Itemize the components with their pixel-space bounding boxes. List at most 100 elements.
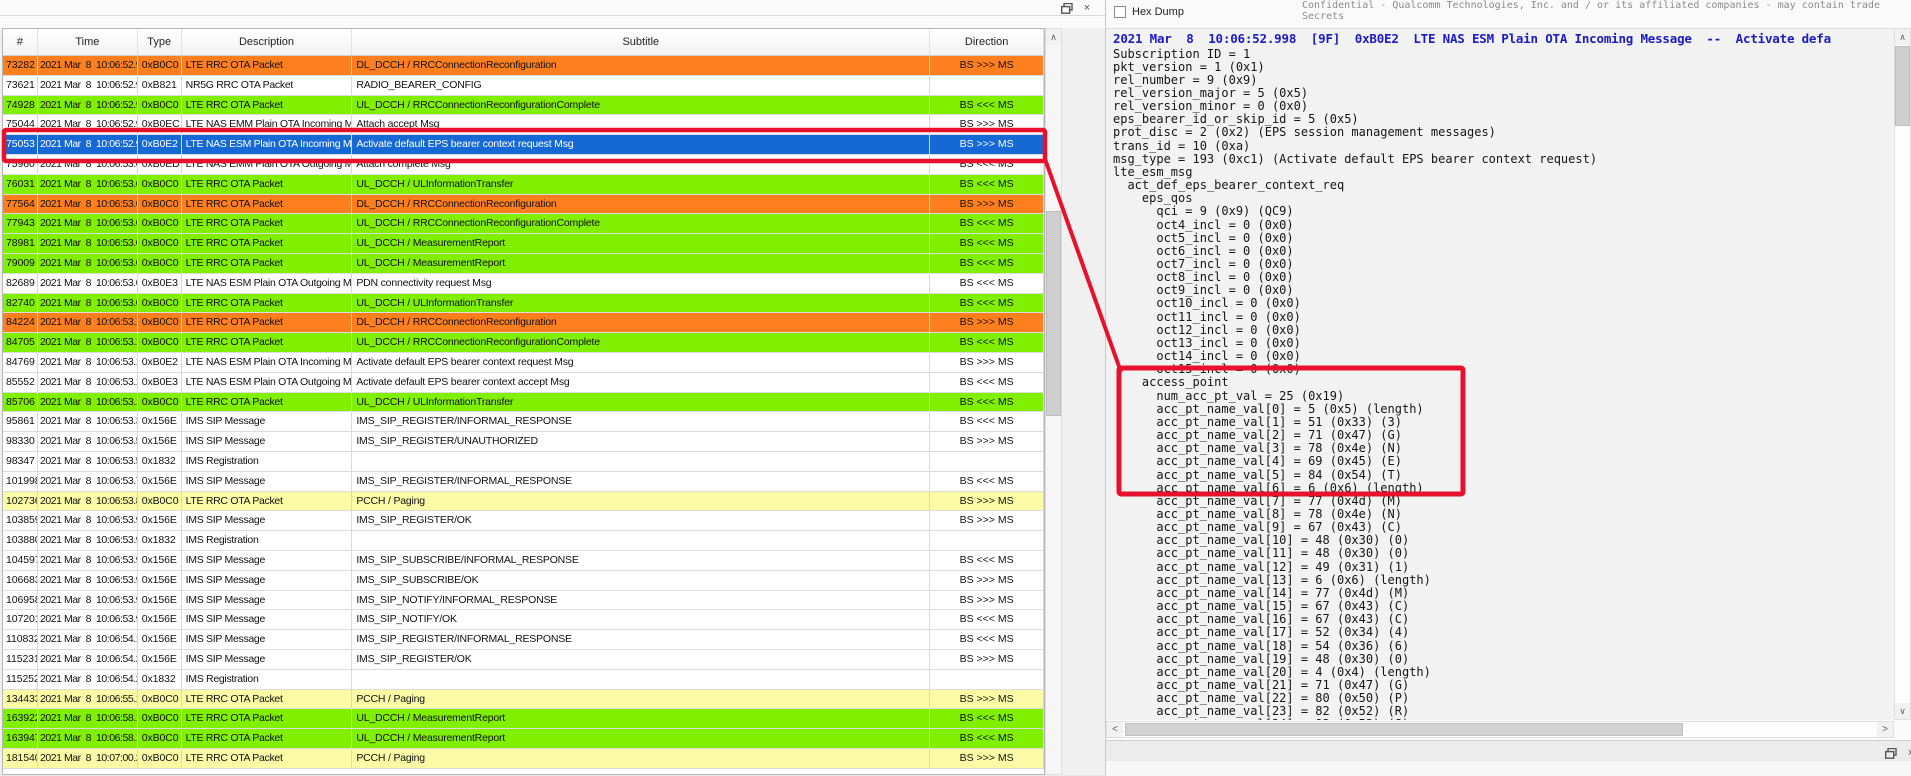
cell-time: 2021 Mar 8 10:06:54.279 xyxy=(38,650,138,669)
log-row[interactable]: 847692021 Mar 8 10:06:53.1330xB0E2LTE NA… xyxy=(3,353,1044,373)
cell-direction: BS >>> MS xyxy=(930,650,1044,669)
float-window-icon[interactable] xyxy=(1060,2,1074,15)
titlebar-groove xyxy=(0,15,1105,17)
log-row[interactable]: 958612021 Mar 8 10:06:53.3150x156EIMS SI… xyxy=(3,412,1044,432)
log-row[interactable]: 1152312021 Mar 8 10:06:54.2790x156EIMS S… xyxy=(3,650,1044,670)
log-row[interactable]: 736212021 Mar 8 10:06:52.9920xB821NR5G R… xyxy=(3,76,1044,96)
scroll-up-icon[interactable]: ∧ xyxy=(1046,29,1061,45)
detail-horizontal-scrollbar[interactable]: < > xyxy=(1106,721,1894,738)
cell-direction: BS >>> MS xyxy=(930,591,1044,610)
cell-time: 2021 Mar 8 10:06:53.014 xyxy=(38,195,138,214)
cell-time: 2021 Mar 8 10:06:52.997 xyxy=(38,96,138,115)
log-row[interactable]: 1019982021 Mar 8 10:06:53.7790x156EIMS S… xyxy=(3,472,1044,492)
column-header-time[interactable]: Time xyxy=(38,29,138,55)
log-row[interactable]: 983472021 Mar 8 10:06:53.5180x1832IMS Re… xyxy=(3,452,1044,472)
log-row[interactable]: 1027362021 Mar 8 10:06:53.8350xB0C0LTE R… xyxy=(3,492,1044,512)
detail-vscroll-thumb[interactable] xyxy=(1895,46,1910,126)
cell-num: 110832 xyxy=(3,630,38,649)
close-icon[interactable]: × xyxy=(1080,2,1094,15)
log-row[interactable]: 1038592021 Mar 8 10:06:53.9390x156EIMS S… xyxy=(3,511,1044,531)
log-row[interactable]: 775642021 Mar 8 10:06:53.0140xB0C0LTE RR… xyxy=(3,195,1044,215)
detail-hscroll-thumb[interactable] xyxy=(1125,723,1683,736)
cell-direction: BS <<< MS xyxy=(930,234,1044,253)
cell-direction: BS >>> MS xyxy=(930,571,1044,590)
scroll-right-icon[interactable]: > xyxy=(1877,722,1893,737)
log-row[interactable]: 857062021 Mar 8 10:06:53.1410xB0C0LTE RR… xyxy=(3,393,1044,413)
log-row[interactable]: 749282021 Mar 8 10:06:52.9970xB0C0LTE RR… xyxy=(3,96,1044,116)
cell-num: 98330 xyxy=(3,432,38,451)
log-row[interactable]: 827402021 Mar 8 10:06:53.0490xB0C0LTE RR… xyxy=(3,294,1044,314)
log-row[interactable]: 826892021 Mar 8 10:06:53.0480xB0E3LTE NA… xyxy=(3,274,1044,294)
log-row[interactable]: 1639222021 Mar 8 10:06:58.1430xB0C0LTE R… xyxy=(3,709,1044,729)
cell-num: 74928 xyxy=(3,96,38,115)
cell-description: LTE NAS EMM Plain OTA Outgoing Message xyxy=(182,155,353,174)
column-header-num[interactable]: # xyxy=(3,29,38,55)
log-row[interactable]: 789812021 Mar 8 10:06:53.0230xB0C0LTE RR… xyxy=(3,234,1044,254)
cell-direction: BS <<< MS xyxy=(930,155,1044,174)
cell-direction: BS <<< MS xyxy=(930,472,1044,491)
hex-dump-checkbox[interactable] xyxy=(1114,6,1126,18)
log-row[interactable]: 750442021 Mar 8 10:06:52.9980xB0ECLTE NA… xyxy=(3,115,1044,135)
cell-direction: BS <<< MS xyxy=(930,551,1044,570)
log-row[interactable]: 1038802021 Mar 8 10:06:53.9390x1832IMS R… xyxy=(3,531,1044,551)
cell-subtitle: Attach complete Msg xyxy=(352,155,930,174)
log-row[interactable]: 1639472021 Mar 8 10:06:58.1430xB0C0LTE R… xyxy=(3,729,1044,749)
log-scrollbar-thumb[interactable] xyxy=(1046,211,1061,416)
cell-subtitle: DL_DCCH / RRCConnectionReconfiguration xyxy=(352,56,930,75)
log-row[interactable]: 1815402021 Mar 8 10:07:00.2350xB0C0LTE R… xyxy=(3,749,1044,769)
cell-subtitle xyxy=(352,670,930,689)
cell-time: 2021 Mar 8 10:06:53.133 xyxy=(38,353,138,372)
message-detail-content[interactable]: 2021 Mar 8 10:06:52.998 [9F] 0xB0E2 LTE … xyxy=(1106,28,1894,720)
detail-vertical-scrollbar[interactable]: ∧ ∨ xyxy=(1894,28,1911,720)
cell-time: 2021 Mar 8 10:06:53.048 xyxy=(38,274,138,293)
cell-subtitle: IMS_SIP_REGISTER/UNAUTHORIZED xyxy=(352,432,930,451)
scroll-left-icon[interactable]: < xyxy=(1107,722,1123,737)
cell-subtitle: Activate default EPS bearer context acce… xyxy=(352,373,930,392)
cell-type: 0xB0C0 xyxy=(138,195,182,214)
log-row[interactable]: 760312021 Mar 8 10:06:53.0040xB0C0LTE RR… xyxy=(3,175,1044,195)
column-header-subtitle[interactable]: Subtitle xyxy=(352,29,930,55)
close-icon[interactable]: × xyxy=(1904,747,1911,760)
log-row[interactable]: 732822021 Mar 8 10:06:52.9850xB0C0LTE RR… xyxy=(3,56,1044,76)
cell-num: 163947 xyxy=(3,729,38,748)
cell-time: 2021 Mar 8 10:06:58.143 xyxy=(38,729,138,748)
cell-direction: BS >>> MS xyxy=(930,492,1044,511)
log-row[interactable]: 983302021 Mar 8 10:06:53.5170x156EIMS SI… xyxy=(3,432,1044,452)
log-row[interactable]: 1152522021 Mar 8 10:06:54.2790x1832IMS R… xyxy=(3,670,1044,690)
cell-time: 2021 Mar 8 10:06:53.004 xyxy=(38,175,138,194)
cell-direction xyxy=(930,531,1044,550)
log-row[interactable]: 847052021 Mar 8 10:06:53.1320xB0C0LTE RR… xyxy=(3,333,1044,353)
cell-direction: BS <<< MS xyxy=(930,333,1044,352)
log-row[interactable]: 1072012021 Mar 8 10:06:53.9990x156EIMS S… xyxy=(3,610,1044,630)
cell-num: 78981 xyxy=(3,234,38,253)
log-vertical-scrollbar[interactable]: ∧ xyxy=(1045,28,1062,775)
cell-time: 2021 Mar 8 10:06:52.998 xyxy=(38,115,138,134)
cell-time: 2021 Mar 8 10:06:53.023 xyxy=(38,254,138,273)
cell-direction: BS >>> MS xyxy=(930,56,1044,75)
cell-type: 0x1832 xyxy=(138,670,182,689)
column-header-description[interactable]: Description xyxy=(182,29,353,55)
cell-time: 2021 Mar 8 10:06:53.004 xyxy=(38,155,138,174)
cell-num: 84769 xyxy=(3,353,38,372)
log-row[interactable]: 855522021 Mar 8 10:06:53.1400xB0E3LTE NA… xyxy=(3,373,1044,393)
log-row[interactable]: 779432021 Mar 8 10:06:53.0160xB0C0LTE RR… xyxy=(3,214,1044,234)
log-row[interactable]: 759602021 Mar 8 10:06:53.0040xB0EDLTE NA… xyxy=(3,155,1044,175)
log-row-selected[interactable]: 750532021 Mar 8 10:06:52.9980xB0E2LTE NA… xyxy=(3,135,1044,155)
column-header-direction[interactable]: Direction xyxy=(930,29,1044,55)
column-header-type[interactable]: Type xyxy=(138,29,182,55)
cell-num: 106958 xyxy=(3,591,38,610)
scroll-up-icon[interactable]: ∧ xyxy=(1895,29,1910,45)
cell-description: LTE RRC OTA Packet xyxy=(182,234,353,253)
log-row[interactable]: 1045972021 Mar 8 10:06:53.9490x156EIMS S… xyxy=(3,551,1044,571)
cell-num: 98347 xyxy=(3,452,38,471)
log-row[interactable]: 1344332021 Mar 8 10:06:55.1150xB0C0LTE R… xyxy=(3,690,1044,710)
log-row[interactable]: 1108322021 Mar 8 10:06:54.1150x156EIMS S… xyxy=(3,630,1044,650)
cell-time: 2021 Mar 8 10:06:53.023 xyxy=(38,234,138,253)
log-row[interactable]: 1066832021 Mar 8 10:06:53.9920x156EIMS S… xyxy=(3,571,1044,591)
float-window-icon[interactable] xyxy=(1884,747,1898,760)
log-row[interactable]: 1069582021 Mar 8 10:06:53.9950x156EIMS S… xyxy=(3,591,1044,611)
log-row[interactable]: 842242021 Mar 8 10:06:53.1300xB0C0LTE RR… xyxy=(3,313,1044,333)
cell-time: 2021 Mar 8 10:06:53.049 xyxy=(38,294,138,313)
scroll-down-icon[interactable]: ∨ xyxy=(1895,703,1910,719)
log-row[interactable]: 790092021 Mar 8 10:06:53.0230xB0C0LTE RR… xyxy=(3,254,1044,274)
